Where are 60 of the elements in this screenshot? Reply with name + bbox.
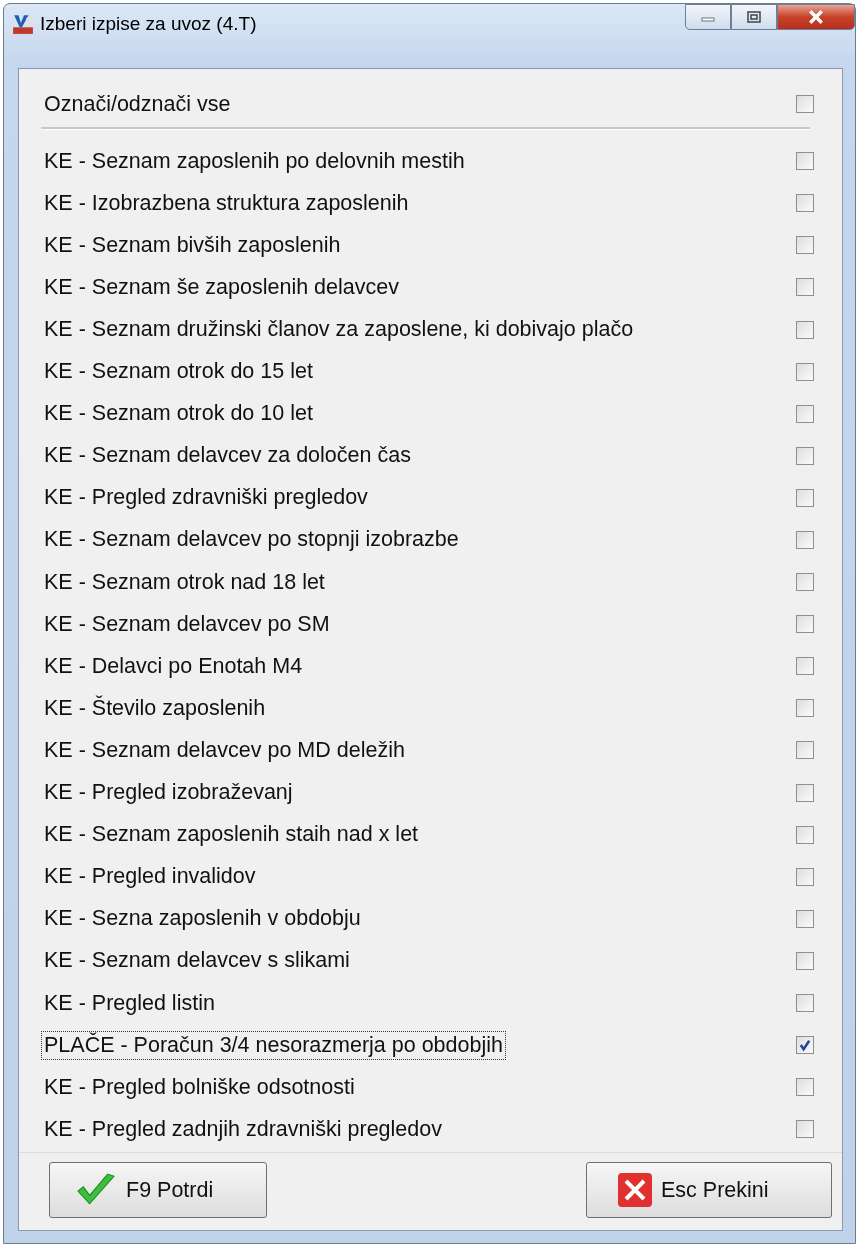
report-checkbox[interactable] xyxy=(796,994,814,1012)
window-title: Izberi izpise za uvoz (4.T) xyxy=(40,13,257,35)
select-all-checkbox[interactable] xyxy=(796,95,814,114)
report-label: KE - Seznam še zaposlenih delavcev xyxy=(43,273,400,301)
report-label: KE - Seznam bivših zaposlenih xyxy=(43,231,342,259)
report-checkbox[interactable] xyxy=(796,404,814,423)
report-label: KE - Seznam otrok nad 18 let xyxy=(43,568,326,596)
report-label: KE - Pregled zadnjih zdravniški pregledov xyxy=(43,1115,443,1143)
report-checkbox[interactable] xyxy=(796,362,814,381)
confirm-button[interactable]: F9 Potrdi xyxy=(49,1162,267,1218)
report-label: KE - Seznam delavcev po stopnji izobrazbe xyxy=(43,526,460,554)
report-label: KE - Sezna zaposlenih v obdobju xyxy=(43,905,362,933)
report-label: KE - Pregled zdravniški pregledov xyxy=(43,484,369,512)
report-checkbox[interactable] xyxy=(796,951,814,970)
report-checkbox[interactable] xyxy=(796,1036,814,1055)
report-checkbox[interactable] xyxy=(796,909,814,928)
close-icon xyxy=(808,10,824,24)
report-checkbox[interactable] xyxy=(796,573,814,592)
report-label: KE - Seznam otrok do 15 let xyxy=(43,358,314,386)
report-label: KE - Seznam delavcev po MD deležih xyxy=(43,736,406,764)
report-label: KE - Seznam delavcev za določen čas xyxy=(43,442,412,470)
report-label: KE - Pregled izobraževanj xyxy=(43,779,294,807)
report-label: KE - Seznam delavcev s slikami xyxy=(43,947,351,975)
report-checkbox[interactable] xyxy=(796,152,814,171)
report-checkbox[interactable] xyxy=(796,783,814,802)
report-checkbox[interactable] xyxy=(796,825,814,844)
select-all-label: Označi/odznači vse xyxy=(43,90,232,118)
report-label: KE - Seznam zaposlenih staih nad x let xyxy=(43,821,420,849)
report-label: KE - Število zaposlenih xyxy=(43,694,267,722)
report-checkbox[interactable] xyxy=(796,699,814,718)
report-checkbox[interactable] xyxy=(796,657,814,676)
report-checkbox[interactable] xyxy=(796,531,814,549)
report-checkbox[interactable] xyxy=(796,1120,814,1139)
report-checkbox[interactable] xyxy=(796,320,814,339)
report-label: KE - Seznam delavcev po SM xyxy=(43,610,331,638)
report-checkbox[interactable] xyxy=(796,615,814,634)
report-checkbox[interactable] xyxy=(796,488,814,507)
report-label: PLAČE - Poračun 3/4 nesorazmerja po obdobjih xyxy=(41,1030,506,1060)
report-checkbox[interactable] xyxy=(796,1078,814,1097)
report-checkbox[interactable] xyxy=(796,194,814,213)
maximize-button[interactable] xyxy=(731,4,777,30)
report-checkbox[interactable] xyxy=(796,446,814,465)
report-label: KE - Seznam otrok do 10 let xyxy=(43,400,314,428)
report-checkbox[interactable] xyxy=(796,741,814,760)
app-logo-icon xyxy=(12,13,34,35)
report-label: KE - Pregled bolniške odsotnosti xyxy=(43,1073,356,1101)
report-checkbox[interactable] xyxy=(796,867,814,886)
minimize-button[interactable] xyxy=(685,4,731,30)
report-label: KE - Pregled invalidov xyxy=(43,863,257,891)
report-checkbox[interactable] xyxy=(796,236,814,255)
cancel-button[interactable]: Esc Prekini xyxy=(586,1162,832,1218)
close-icon xyxy=(617,1172,653,1208)
close-button[interactable] xyxy=(777,4,855,30)
report-label: KE - Seznam družinski članov za zaposlene, ki dobivajo plačo xyxy=(43,316,635,343)
report-label: KE - Seznam zaposlenih po delovnih mestih xyxy=(43,147,466,175)
report-checkbox[interactable] xyxy=(796,278,814,297)
report-label: KE - Pregled listin xyxy=(43,989,216,1017)
maximize-icon xyxy=(747,11,761,23)
report-label: KE - Izobrazbena struktura zaposlenih xyxy=(43,189,410,217)
report-label: KE - Delavci po Enotah M4 xyxy=(43,652,304,680)
